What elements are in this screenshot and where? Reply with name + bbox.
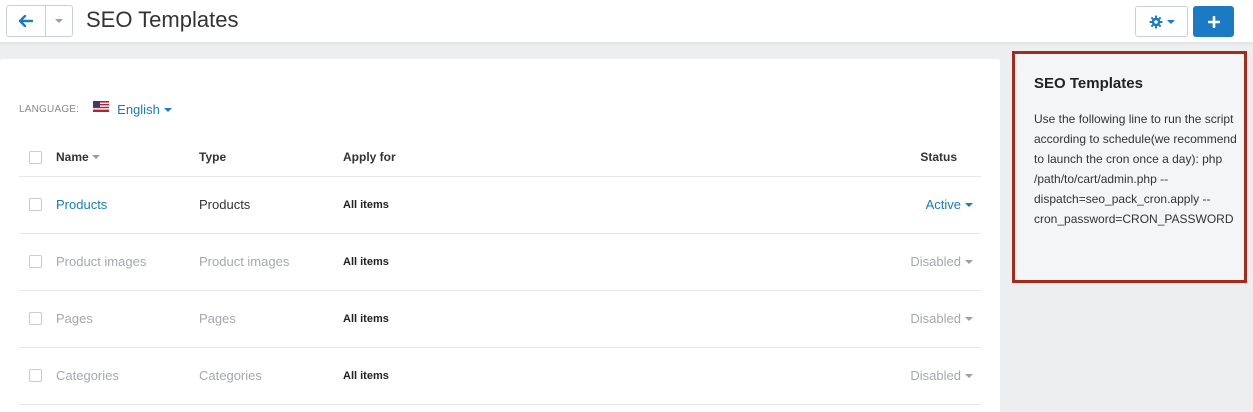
us-flag-icon xyxy=(93,101,110,112)
chevron-down-icon xyxy=(965,202,973,207)
template-type: Pages xyxy=(199,290,343,348)
gear-icon xyxy=(1149,15,1162,28)
row-checkbox[interactable] xyxy=(29,312,42,325)
template-apply-for: All items xyxy=(343,176,843,234)
apply-for-column-header: Apply for xyxy=(343,139,843,177)
chevron-down-icon xyxy=(965,259,973,264)
back-button-group xyxy=(6,5,73,37)
template-type: Product images xyxy=(199,233,343,291)
settings-button[interactable] xyxy=(1135,6,1188,37)
status-dropdown[interactable]: Disabled xyxy=(910,368,973,383)
chevron-down-icon xyxy=(965,373,973,378)
chevron-down-icon xyxy=(163,107,172,112)
language-label: LANGUAGE: xyxy=(19,104,80,115)
status-label: Disabled xyxy=(910,311,961,326)
status-dropdown[interactable]: Disabled xyxy=(910,311,973,326)
sidebar-cron-instructions: Use the following line to run the script… xyxy=(1034,112,1237,226)
add-template-button[interactable] xyxy=(1193,6,1234,37)
language-selected: English xyxy=(117,102,160,117)
template-apply-for: All items xyxy=(343,347,843,405)
row-checkbox[interactable] xyxy=(29,198,42,211)
row-checkbox[interactable] xyxy=(29,255,42,268)
template-apply-for: All items xyxy=(343,290,843,348)
status-dropdown[interactable]: Disabled xyxy=(910,254,973,269)
chevron-down-icon xyxy=(55,19,63,23)
sidebar-title: SEO Templates xyxy=(1034,75,1143,92)
language-row: LANGUAGE: English xyxy=(19,101,172,117)
status-dropdown[interactable]: Active xyxy=(926,197,973,212)
language-selector[interactable]: English xyxy=(117,102,172,117)
chevron-down-icon xyxy=(1166,19,1175,24)
plus-icon xyxy=(1207,15,1220,28)
name-header-label: Name xyxy=(56,150,89,165)
template-name-link[interactable]: Products xyxy=(56,197,107,212)
page-header: SEO Templates xyxy=(0,0,1253,43)
table-row: Pages Pages All items Disabled xyxy=(19,290,981,348)
row-checkbox[interactable] xyxy=(29,369,42,382)
back-dropdown-button[interactable] xyxy=(46,6,72,36)
status-column-header: Status xyxy=(843,139,981,177)
templates-table: Name Type Apply for Status Products Prod… xyxy=(19,139,981,405)
page-title: SEO Templates xyxy=(86,7,239,32)
back-button[interactable] xyxy=(7,6,46,36)
table-row: Categories Categories All items Disabled xyxy=(19,347,981,405)
sidebar-info-panel: SEO Templates Use the following line to … xyxy=(1012,51,1247,283)
name-column-header[interactable]: Name xyxy=(56,139,199,177)
template-name-link[interactable]: Categories xyxy=(56,368,119,383)
status-label: Disabled xyxy=(910,368,961,383)
status-label: Disabled xyxy=(910,254,961,269)
chevron-down-icon xyxy=(965,316,973,321)
select-all-checkbox[interactable] xyxy=(29,150,42,164)
template-type: Categories xyxy=(199,347,343,405)
table-row: Products Products All items Active xyxy=(19,176,981,234)
type-column-header: Type xyxy=(199,139,343,177)
table-header-row: Name Type Apply for Status xyxy=(19,139,981,177)
sort-down-icon xyxy=(91,155,100,160)
arrow-left-icon xyxy=(19,15,33,27)
status-label: Active xyxy=(925,197,961,212)
template-name-link[interactable]: Pages xyxy=(56,311,93,326)
main-panel: LANGUAGE: English Name Type Apply for St… xyxy=(0,59,1000,412)
template-apply-for: All items xyxy=(343,233,843,291)
template-type: Products xyxy=(199,176,343,234)
template-name-link[interactable]: Product images xyxy=(56,254,146,269)
table-row: Product images Product images All items … xyxy=(19,233,981,291)
